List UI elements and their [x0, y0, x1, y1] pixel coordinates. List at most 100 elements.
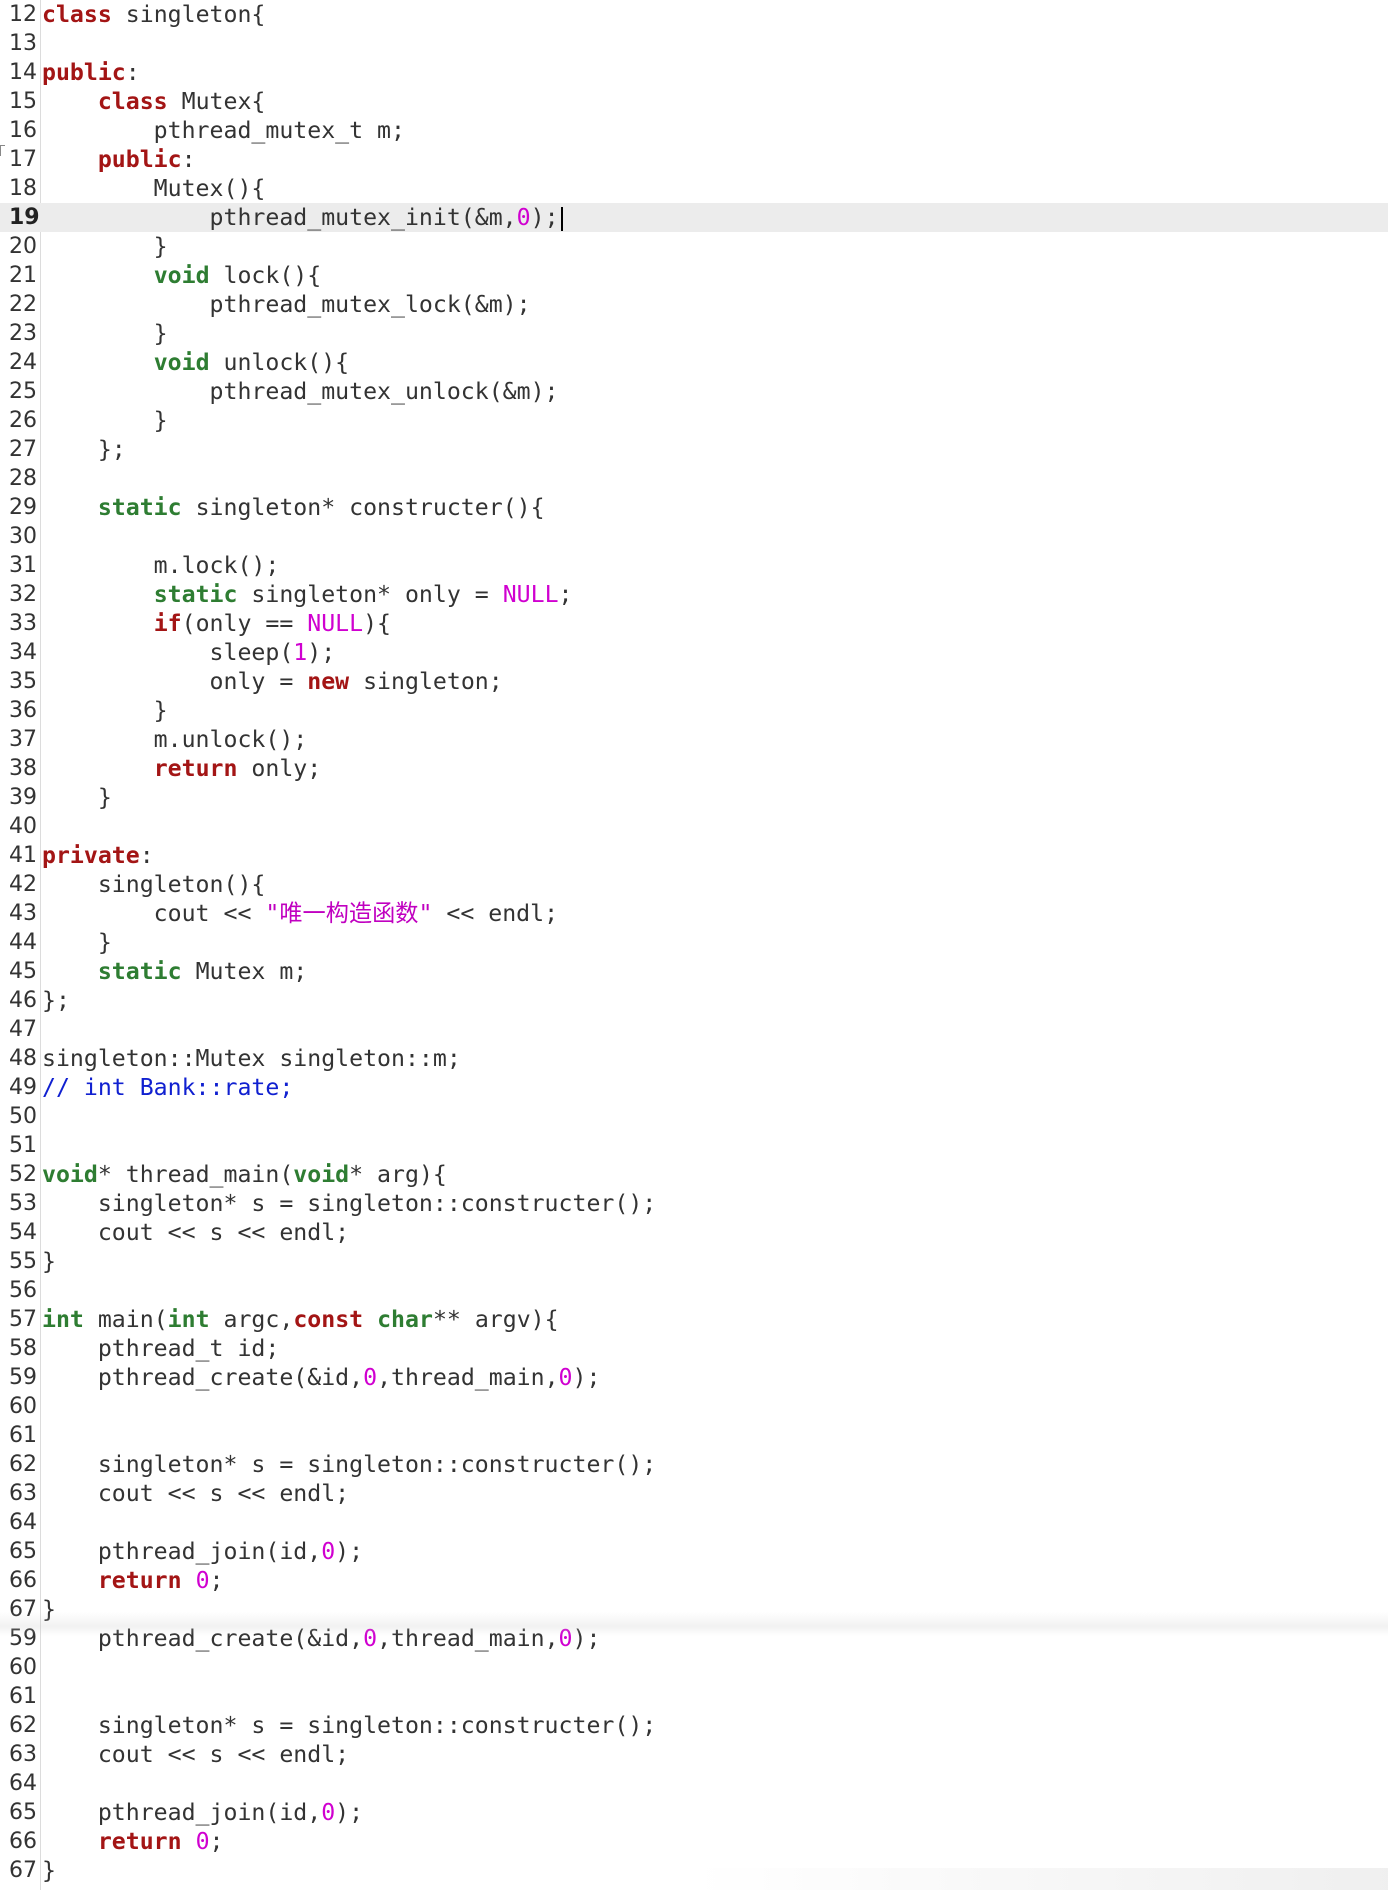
line-text[interactable]: }	[42, 928, 112, 957]
code-line[interactable]: 20 }	[0, 232, 1388, 261]
code-line[interactable]: 65 pthread_join(id,0);	[0, 1537, 1388, 1566]
code-line[interactable]: 37 m.unlock();	[0, 725, 1388, 754]
line-text[interactable]: };	[42, 986, 70, 1015]
line-text[interactable]: singleton* s = singleton::constructer();	[42, 1450, 656, 1479]
code-line[interactable]: 40	[0, 812, 1388, 841]
code-line[interactable]: 58 pthread_t id;	[0, 1334, 1388, 1363]
line-text[interactable]: pthread_create(&id,0,thread_main,0);	[42, 1363, 601, 1392]
line-text[interactable]: Mutex(){	[42, 174, 266, 203]
code-line[interactable]: 35 only = new singleton;	[0, 667, 1388, 696]
line-text[interactable]: pthread_mutex_unlock(&m);	[42, 377, 559, 406]
code-line[interactable]: 50	[0, 1102, 1388, 1131]
code-line[interactable]: 33 if(only == NULL){	[0, 609, 1388, 638]
line-text[interactable]: void lock(){	[42, 261, 322, 290]
code-line[interactable]: 48 singleton::Mutex singleton::m;	[0, 1044, 1388, 1073]
line-text[interactable]: return 0;	[42, 1566, 224, 1595]
line-text[interactable]: class singleton{	[42, 0, 265, 29]
line-text[interactable]: sleep(1);	[42, 638, 336, 667]
code-line[interactable]: 39 }	[0, 783, 1388, 812]
code-line[interactable]: 13	[0, 29, 1388, 58]
line-text[interactable]: void unlock(){	[42, 348, 349, 377]
code-line[interactable]: 61	[0, 1421, 1388, 1450]
code-line[interactable]: 64	[0, 1769, 1388, 1798]
code-line[interactable]: 56	[0, 1276, 1388, 1305]
code-line[interactable]: 32 static singleton* only = NULL;	[0, 580, 1388, 609]
line-text[interactable]: singleton(){	[42, 870, 266, 899]
code-line[interactable]: 28	[0, 464, 1388, 493]
code-line[interactable]: 45 static Mutex m;	[0, 957, 1388, 986]
code-line[interactable]: 30	[0, 522, 1388, 551]
code-line[interactable]: 57 int main(int argc,const char** argv){	[0, 1305, 1388, 1334]
code-line[interactable]: 34 sleep(1);	[0, 638, 1388, 667]
line-text[interactable]: static singleton* constructer(){	[42, 493, 545, 522]
code-line[interactable]: 60	[0, 1653, 1388, 1682]
code-editor[interactable]: 12 class singleton{13 14 public: 15 class Mu…	[0, 0, 1388, 1890]
line-text[interactable]: pthread_mutex_t m;	[42, 116, 405, 145]
code-line[interactable]: 55}	[0, 1247, 1388, 1276]
code-line[interactable]: 63 cout << s << endl;	[0, 1479, 1388, 1508]
code-line[interactable]: 23 }	[0, 319, 1388, 348]
line-text[interactable]: public:	[42, 58, 140, 87]
code-line[interactable]: 17 public:	[0, 145, 1388, 174]
line-text[interactable]: m.lock();	[42, 551, 280, 580]
line-text[interactable]: pthread_join(id,0);	[42, 1798, 363, 1827]
line-text[interactable]: cout << s << endl;	[42, 1479, 349, 1508]
code-line[interactable]: 54 cout << s << endl;	[0, 1218, 1388, 1247]
line-text[interactable]: return only;	[42, 754, 322, 783]
code-line[interactable]: 38 return only;	[0, 754, 1388, 783]
line-text[interactable]: }	[42, 406, 168, 435]
code-line[interactable]: 62 singleton* s = singleton::constructer…	[0, 1711, 1388, 1740]
line-text[interactable]: singleton::Mutex singleton::m;	[42, 1044, 461, 1073]
code-line[interactable]: 43 cout << "唯一构造函数" << endl;	[0, 899, 1388, 928]
line-text[interactable]: }	[42, 1247, 56, 1276]
code-line[interactable]: 15 class Mutex{	[0, 87, 1388, 116]
line-text[interactable]: // int Bank::rate;	[42, 1073, 293, 1102]
line-text[interactable]: }	[42, 696, 168, 725]
line-text[interactable]: class Mutex{	[42, 87, 266, 116]
code-line[interactable]: 52 void* thread_main(void* arg){	[0, 1160, 1388, 1189]
code-line[interactable]: 51	[0, 1131, 1388, 1160]
code-line[interactable]: 61	[0, 1682, 1388, 1711]
code-line[interactable]: 62 singleton* s = singleton::constructer…	[0, 1450, 1388, 1479]
code-line[interactable]: 44 }	[0, 928, 1388, 957]
code-line[interactable]: 53 singleton* s = singleton::constructer…	[0, 1189, 1388, 1218]
code-line[interactable]: 41 private:	[0, 841, 1388, 870]
line-text[interactable]: pthread_t id;	[42, 1334, 280, 1363]
code-line[interactable]: 16 pthread_mutex_t m;	[0, 116, 1388, 145]
code-line[interactable]: 66 return 0;	[0, 1827, 1388, 1856]
code-line[interactable]: 24 void unlock(){	[0, 348, 1388, 377]
line-text[interactable]: }	[42, 232, 168, 261]
code-line[interactable]: 21 void lock(){	[0, 261, 1388, 290]
line-text[interactable]: void* thread_main(void* arg){	[42, 1160, 447, 1189]
code-line[interactable]: 25 pthread_mutex_unlock(&m);	[0, 377, 1388, 406]
line-text[interactable]: public:	[42, 145, 196, 174]
line-text[interactable]: cout << s << endl;	[42, 1218, 349, 1247]
line-text[interactable]: return 0;	[42, 1827, 224, 1856]
line-text[interactable]: };	[42, 435, 126, 464]
code-line[interactable]: 49// int Bank::rate;	[0, 1073, 1388, 1102]
line-text[interactable]: }	[42, 319, 168, 348]
code-line[interactable]: 47	[0, 1015, 1388, 1044]
code-line[interactable]: 27 };	[0, 435, 1388, 464]
code-line[interactable]: 36 }	[0, 696, 1388, 725]
line-text[interactable]: m.unlock();	[42, 725, 308, 754]
line-text[interactable]: pthread_join(id,0);	[42, 1537, 363, 1566]
code-line[interactable]: 14 public:	[0, 58, 1388, 87]
code-line[interactable]: 18 Mutex(){	[0, 174, 1388, 203]
code-line[interactable]: 63 cout << s << endl;	[0, 1740, 1388, 1769]
line-text[interactable]: static Mutex m;	[42, 957, 307, 986]
code-line[interactable]: 46};	[0, 986, 1388, 1015]
code-line[interactable]: 26 }	[0, 406, 1388, 435]
code-line[interactable]: 31 m.lock();	[0, 551, 1388, 580]
code-line[interactable]: 19 pthread_mutex_init(&m,0);	[0, 203, 1388, 232]
line-text[interactable]: static singleton* only = NULL;	[42, 580, 573, 609]
line-text[interactable]: pthread_mutex_init(&m,0);	[42, 203, 563, 232]
line-text[interactable]: private:	[42, 841, 154, 870]
code-line[interactable]: 29 static singleton* constructer(){	[0, 493, 1388, 522]
code-line[interactable]: 66 return 0;	[0, 1566, 1388, 1595]
line-text[interactable]: cout << s << endl;	[42, 1740, 349, 1769]
code-line[interactable]: 60	[0, 1392, 1388, 1421]
line-text[interactable]: singleton* s = singleton::constructer();	[42, 1189, 656, 1218]
code-line[interactable]: 12 class singleton{	[0, 0, 1388, 29]
line-text[interactable]: if(only == NULL){	[42, 609, 391, 638]
